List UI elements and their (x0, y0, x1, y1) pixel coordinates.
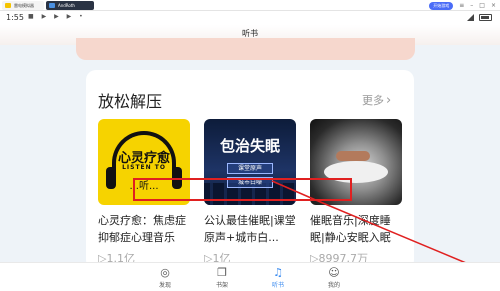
item-title[interactable]: 公认最佳催眠|课堂原声+城市白... (204, 212, 298, 246)
bookshelf-icon: ❐ (217, 266, 227, 279)
window-controls: 开始游戏 ≡ – □ × (429, 1, 496, 10)
headphones-icon: ♫ (273, 266, 283, 279)
tab-listen[interactable]: ♫ 听书 (258, 266, 298, 289)
cover-tag: 课堂原声 (227, 163, 273, 174)
page-title: 听书 (242, 29, 258, 38)
nav-label: 书架 (215, 282, 228, 289)
section-title: 放松解压 (98, 92, 163, 111)
compass-icon: ◎ (160, 266, 170, 279)
status-bar: 1:55 ■ ▶ ▶ ▶ • (0, 11, 500, 25)
close-icon[interactable]: × (491, 2, 496, 9)
tab-app[interactable]: AndRoth (46, 1, 94, 10)
cover-title: 包治失眠 (219, 137, 280, 155)
tab-me[interactable]: ☺ 我的 (314, 266, 354, 289)
battery-icon (479, 14, 492, 21)
emulator-logo-icon (5, 3, 11, 8)
tab-label: 雷电模拟器 (14, 3, 34, 8)
tab-discover[interactable]: ◎ 发现 (145, 266, 185, 289)
tab-bookshelf[interactable]: ❐ 书架 (202, 266, 242, 289)
notification-icons: ■ ▶ ▶ ▶ • (28, 13, 86, 20)
app-logo-icon (49, 3, 55, 8)
status-time: 1:55 (6, 13, 24, 22)
emulator-titlebar: 雷电模拟器 AndRoth 开始游戏 ≡ – □ × (0, 0, 500, 11)
menu-icon[interactable]: ≡ (459, 2, 464, 9)
maximize-icon[interactable]: □ (479, 2, 485, 9)
sleeper-image (336, 151, 370, 161)
more-label: 更多 (362, 94, 384, 107)
banner-strip[interactable] (76, 38, 415, 60)
chevron-right-icon: › (386, 92, 392, 108)
annotation-box (133, 178, 352, 201)
nav-label: 我的 (327, 282, 340, 289)
minimize-icon[interactable]: – (470, 2, 473, 9)
item-title[interactable]: 心灵疗愈：焦虑症抑郁症心理音乐 (98, 212, 192, 246)
more-button[interactable]: 更多 › (362, 92, 391, 108)
nav-label: 发现 (158, 282, 171, 289)
item-title[interactable]: 催眠音乐|深度睡眠|静心安眠入眠 (310, 212, 404, 246)
cover-subtitle: LISTEN TO (122, 164, 166, 171)
nav-label: 听书 (271, 282, 284, 289)
start-game-button[interactable]: 开始游戏 (429, 1, 454, 10)
tab-label: AndRoth (58, 3, 75, 8)
tab-emulator-home[interactable]: 雷电模拟器 (2, 1, 44, 10)
signal-icon (467, 14, 474, 21)
user-icon: ☺ (328, 266, 340, 279)
bottom-nav: ◎ 发现 ❐ 书架 ♫ 听书 ☺ 我的 (0, 262, 500, 291)
